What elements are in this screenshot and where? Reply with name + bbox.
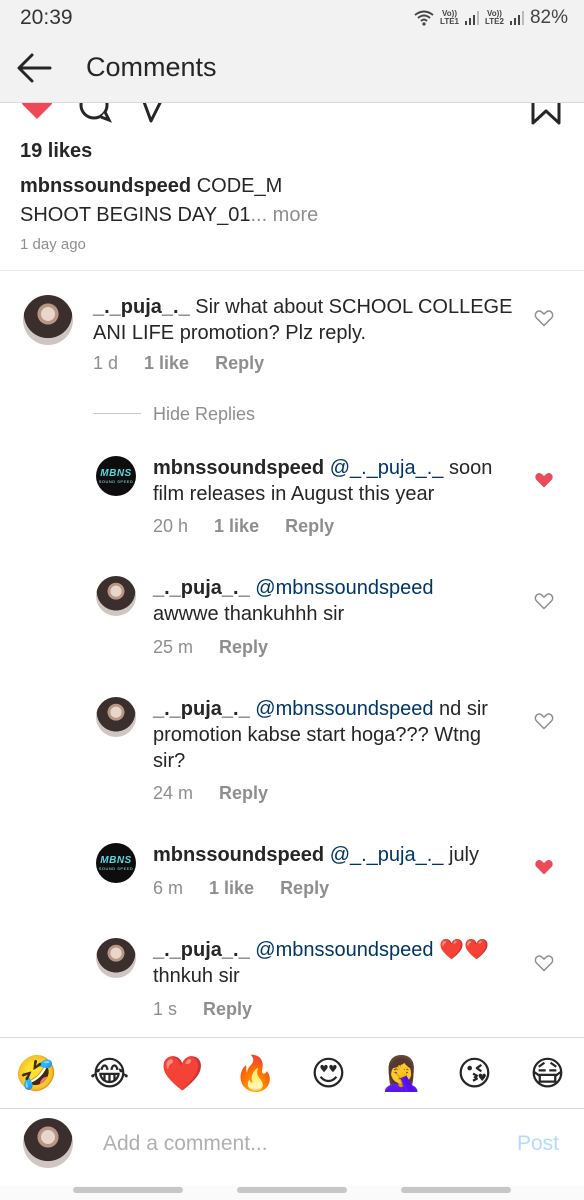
comment-time: 6 m — [153, 878, 184, 898]
comment-meta: 24 m Reply — [153, 783, 268, 804]
emoji-kiss[interactable]: 😘 — [451, 1054, 499, 1094]
reply-body: _._puja_._ @mbnssoundspeed ❤️❤️ thnkuh s… — [153, 937, 513, 989]
comment-time: 1 s — [153, 999, 178, 1019]
post-action-row — [0, 103, 584, 127]
likes-count[interactable]: 19 likes — [20, 140, 92, 163]
comment-username[interactable]: mbnssoundspeed — [153, 844, 324, 866]
comment-input[interactable]: Add a comment... — [103, 1132, 268, 1156]
sim2-label: Vo)) LTE2 — [485, 9, 504, 26]
comment-meta: 6 m 1 like Reply — [153, 878, 329, 899]
arrow-left-icon[interactable] — [14, 50, 54, 86]
logo-text: MBNS — [100, 468, 132, 479]
mention-link[interactable]: @mbnssoundspeed — [255, 577, 433, 599]
comment-text: awwwe thankuhhh sir — [153, 603, 345, 625]
reply-button[interactable]: Reply — [219, 783, 268, 804]
signal-icon — [465, 11, 479, 25]
logo-subtext: SOUND SPEED — [98, 866, 134, 871]
mention-link[interactable]: @mbnssoundspeed — [255, 698, 433, 720]
nav-handle[interactable] — [401, 1187, 511, 1193]
heart-outline-icon[interactable] — [534, 954, 554, 972]
avatar[interactable]: MBNS SOUND SPEED — [96, 456, 136, 496]
caption-text: CODE_M — [191, 175, 283, 197]
emoji-mask[interactable]: 😷 — [524, 1054, 572, 1094]
post-caption: mbnssoundspeed CODE_M SHOOT BEGINS DAY_0… — [20, 172, 560, 230]
reply-button[interactable]: Reply — [280, 878, 329, 899]
divider — [0, 270, 584, 271]
reply-body: _._puja_._ @mbnssoundspeed nd sir promot… — [153, 696, 513, 774]
post-button[interactable]: Post — [517, 1132, 559, 1156]
heart-outline-icon[interactable] — [534, 712, 554, 730]
share-icon[interactable] — [138, 103, 168, 125]
comment-meta: 1 s Reply — [153, 999, 252, 1020]
divider — [93, 413, 141, 414]
status-icons: Vo)) LTE1 Vo)) LTE2 82% — [414, 6, 568, 30]
comment-time: 1 d — [93, 353, 119, 373]
comment-username[interactable]: mbnssoundspeed — [153, 457, 324, 479]
avatar[interactable] — [96, 938, 136, 978]
emoji-rofl[interactable]: 🤣 — [13, 1054, 61, 1094]
sim1-label: Vo)) LTE1 — [440, 9, 459, 26]
emoji-fire[interactable]: 🔥 — [232, 1054, 280, 1094]
comment-likes[interactable]: 1 like — [209, 878, 254, 899]
avatar[interactable] — [23, 295, 73, 345]
status-time: 20:39 — [20, 6, 73, 29]
reply-button[interactable]: Reply — [219, 637, 268, 658]
heart-filled-icon[interactable] — [534, 471, 554, 489]
avatar[interactable] — [96, 576, 136, 616]
comment-username[interactable]: _._puja_._ — [153, 698, 250, 720]
mention-link[interactable]: @_._puja_._ — [330, 457, 444, 479]
comment-time: 20 h — [153, 516, 189, 536]
reply-button[interactable]: Reply — [203, 999, 252, 1020]
caption-more-link[interactable]: ... more — [250, 204, 318, 226]
emoji-bar: 🤣 😂 ❤️ 🔥 😍 🤦‍♀️ 😘 😷 — [0, 1037, 584, 1110]
heart-outline-icon[interactable] — [534, 309, 554, 327]
hide-replies-button[interactable]: Hide Replies — [153, 404, 255, 425]
reply-body: mbnssoundspeed @_._puja_._ july — [153, 842, 503, 868]
logo-text: MBNS — [100, 855, 132, 866]
reply-button[interactable]: Reply — [285, 516, 334, 537]
reply-body: _._puja_._ @mbnssoundspeed awwwe thankuh… — [153, 575, 503, 627]
nav-handle[interactable] — [237, 1187, 347, 1193]
comment-body: _._puja_._ Sir what about SCHOOL COLLEGE… — [93, 294, 513, 346]
comment-meta: 20 h 1 like Reply — [153, 516, 334, 537]
comment-username[interactable]: _._puja_._ — [153, 939, 250, 961]
comment-username[interactable]: _._puja_._ — [153, 577, 250, 599]
page-title: Comments — [86, 52, 217, 82]
battery-level: 82% — [529, 7, 568, 28]
avatar — [23, 1118, 73, 1168]
comment-icon[interactable] — [78, 103, 112, 123]
comment-username[interactable]: _._puja_._ — [93, 296, 190, 318]
emoji-facepalm[interactable]: 🤦‍♀️ — [378, 1054, 426, 1094]
comment-time: 24 m — [153, 783, 194, 803]
heart-filled-icon[interactable] — [20, 103, 54, 121]
comment-text: july — [443, 844, 480, 866]
logo-subtext: SOUND SPEED — [98, 479, 134, 484]
comment-input-bar — [0, 1108, 584, 1189]
heart-filled-icon[interactable] — [534, 858, 554, 876]
caption-username[interactable]: mbnssoundspeed — [20, 175, 191, 197]
reply-body: mbnssoundspeed @_._puja_._ soon film rel… — [153, 455, 503, 507]
wifi-icon — [414, 10, 434, 26]
emoji-joy[interactable]: 😂 — [86, 1054, 134, 1094]
emoji-heart-eyes[interactable]: 😍 — [305, 1054, 353, 1094]
comment-likes[interactable]: 1 like — [214, 516, 259, 537]
avatar[interactable]: MBNS SOUND SPEED — [96, 843, 136, 883]
comment-time: 25 m — [153, 637, 194, 657]
heart-outline-icon[interactable] — [534, 592, 554, 610]
mention-link[interactable]: @_._puja_._ — [330, 844, 444, 866]
nav-handle[interactable] — [73, 1187, 183, 1193]
emoji-heart[interactable]: ❤️ — [159, 1054, 207, 1094]
caption-text-line2: SHOOT BEGINS DAY_01 — [20, 204, 251, 226]
bookmark-icon[interactable] — [530, 103, 562, 127]
avatar[interactable] — [96, 697, 136, 737]
reply-button[interactable]: Reply — [215, 353, 264, 374]
signal-icon — [509, 11, 524, 25]
comment-likes[interactable]: 1 like — [144, 353, 189, 374]
comment-meta: 25 m Reply — [153, 637, 268, 658]
mention-link[interactable]: @mbnssoundspeed — [255, 939, 433, 961]
comment-meta: 1 d 1 like Reply — [93, 353, 264, 374]
post-timestamp: 1 day ago — [20, 236, 86, 253]
